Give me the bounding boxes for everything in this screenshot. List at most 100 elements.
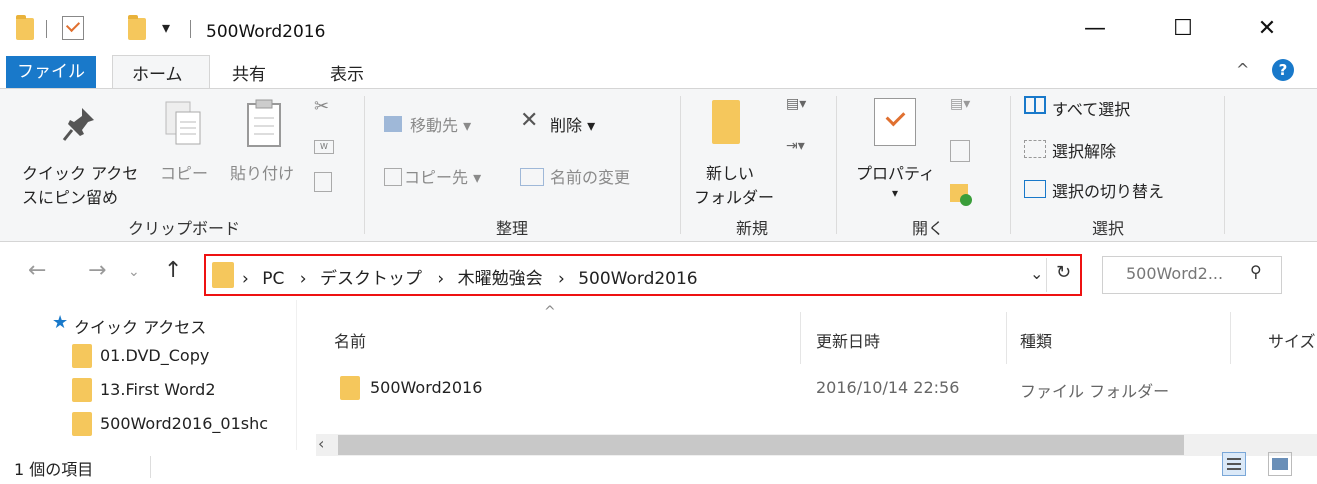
folder-icon xyxy=(72,344,92,368)
group-divider xyxy=(1224,96,1225,234)
folder-icon xyxy=(72,378,92,402)
help-icon[interactable]: ? xyxy=(1272,59,1294,81)
rename-icon xyxy=(520,168,544,186)
properties-dropdown-icon[interactable]: ▾ xyxy=(892,186,898,200)
history-icon[interactable] xyxy=(950,184,972,206)
nav-item-dvd-copy[interactable]: 01.DVD_Copy xyxy=(100,346,209,365)
open-group-label: 開く xyxy=(912,219,945,238)
scroll-left-icon[interactable]: ‹ xyxy=(318,434,324,453)
up-button[interactable]: ↑ xyxy=(164,258,182,283)
easy-access-icon[interactable]: ⇥▾ xyxy=(786,138,805,154)
star-icon: ★ xyxy=(52,312,69,333)
column-size[interactable]: サイズ xyxy=(1268,328,1316,352)
pin-to-quick-access-label-2[interactable]: スにピン留め xyxy=(22,184,118,208)
copy-to-button[interactable]: コピー先 ▾ xyxy=(404,164,481,188)
nav-item-first-word2[interactable]: 13.First Word2 xyxy=(100,380,216,399)
delete-button[interactable]: 削除 ▾ xyxy=(550,112,595,136)
column-date[interactable]: 更新日時 xyxy=(816,328,880,352)
file-date: 2016/10/14 22:56 xyxy=(816,378,960,397)
delete-x-icon: ✕ xyxy=(520,108,539,133)
copy-to-label: コピー先 xyxy=(404,168,469,187)
file-type: ファイル フォルダー xyxy=(1020,382,1170,401)
breadcrumb-500word2016[interactable]: 500Word2016 xyxy=(578,269,697,289)
tab-file[interactable]: ファイル xyxy=(6,56,96,88)
search-icon[interactable]: ⚲ xyxy=(1250,262,1262,281)
large-icons-view-icon[interactable] xyxy=(1268,452,1292,476)
pin-to-quick-access-label-1[interactable]: クイック アクセ xyxy=(22,160,138,184)
maximize-button[interactable]: ☐ xyxy=(1160,12,1206,46)
column-divider[interactable] xyxy=(1006,312,1007,364)
select-none-button[interactable]: 選択解除 xyxy=(1052,138,1116,162)
properties-icon xyxy=(874,98,916,146)
details-view-icon[interactable] xyxy=(1222,452,1246,476)
search-placeholder: 500Word2... xyxy=(1126,264,1224,283)
refresh-icon[interactable]: ↻ xyxy=(1056,262,1071,283)
move-to-button[interactable]: 移動先 ▾ xyxy=(410,112,471,136)
column-divider[interactable] xyxy=(1230,312,1231,364)
properties-button[interactable]: プロパティ xyxy=(856,160,935,184)
folder-icon xyxy=(72,412,92,436)
pin-icon xyxy=(60,104,100,144)
tab-view[interactable]: 表示 xyxy=(330,60,364,85)
copy-path-icon[interactable]: W xyxy=(314,140,334,154)
organize-group-label: 整理 xyxy=(496,219,529,238)
collapse-ribbon-icon[interactable]: ^ xyxy=(1236,60,1249,79)
breadcrumb-sep: › xyxy=(558,269,565,289)
cut-icon[interactable]: ✂ xyxy=(314,96,329,117)
nav-item-500word2016-01[interactable]: 500Word2016_01shc xyxy=(100,414,280,433)
copy-to-icon xyxy=(384,168,402,186)
move-to-icon xyxy=(384,116,402,132)
paste-button[interactable]: 貼り付け xyxy=(230,160,294,184)
breadcrumb-thursday-study[interactable]: 木曜勉強会 xyxy=(458,269,543,289)
column-name[interactable]: 名前 xyxy=(334,328,366,352)
forward-button[interactable]: → xyxy=(88,258,106,283)
folder-icon xyxy=(16,15,34,40)
new-folder-label-1[interactable]: 新しい xyxy=(706,160,754,184)
window-title: 500Word2016 xyxy=(206,22,326,42)
invert-selection-button[interactable]: 選択の切り替え xyxy=(1052,178,1164,202)
column-divider[interactable] xyxy=(800,312,801,364)
recent-locations-icon[interactable]: ⌄ xyxy=(128,264,140,280)
group-divider xyxy=(364,96,365,234)
breadcrumb-pc[interactable]: PC xyxy=(262,269,284,289)
tab-home-label: ホーム xyxy=(132,65,183,85)
select-group-label: 選択 xyxy=(1092,219,1125,238)
folder-icon xyxy=(212,262,234,288)
paste-icon xyxy=(244,98,284,150)
qat-dropdown-icon[interactable]: ▾ xyxy=(162,18,170,37)
back-button[interactable]: ← xyxy=(28,258,46,283)
file-name[interactable]: 500Word2016 xyxy=(370,378,482,397)
group-divider xyxy=(680,96,681,234)
minimize-button[interactable]: — xyxy=(1072,12,1118,46)
clipboard-group-label: クリップボード xyxy=(128,219,241,238)
tab-share[interactable]: 共有 xyxy=(232,60,266,85)
new-folder-label-2[interactable]: フォルダー xyxy=(694,184,774,208)
invert-selection-icon xyxy=(1024,180,1046,198)
sort-ascending-icon: ^ xyxy=(544,304,556,320)
paste-shortcut-icon[interactable] xyxy=(314,172,332,192)
divider xyxy=(46,20,47,38)
scrollbar-thumb[interactable] xyxy=(338,435,1184,455)
open-icon[interactable]: ▤▾ xyxy=(950,96,970,112)
rename-button[interactable]: 名前の変更 xyxy=(550,164,630,188)
pane-divider[interactable] xyxy=(296,300,297,450)
breadcrumb-sep: › xyxy=(299,269,307,289)
copy-icon xyxy=(164,100,204,148)
edit-icon[interactable] xyxy=(950,140,970,162)
breadcrumb: › PC › デスクトップ › 木曜勉強会 › 500Word2016 xyxy=(242,264,698,289)
address-dropdown-icon[interactable]: ⌄ xyxy=(1030,264,1043,283)
copy-button[interactable]: コピー xyxy=(160,160,208,184)
breadcrumb-sep: › xyxy=(437,269,445,289)
breadcrumb-desktop[interactable]: デスクトップ xyxy=(320,269,422,289)
divider xyxy=(1046,258,1047,292)
select-all-button[interactable]: すべて選択 xyxy=(1052,96,1130,120)
divider xyxy=(190,20,191,38)
group-divider xyxy=(1010,96,1011,234)
close-button[interactable]: ✕ xyxy=(1244,12,1290,46)
new-item-icon[interactable]: ▤▾ xyxy=(786,96,806,112)
delete-label: 削除 xyxy=(550,116,583,135)
column-type[interactable]: 種類 xyxy=(1020,328,1052,352)
properties-check-icon[interactable] xyxy=(62,16,84,40)
new-folder-qat-icon[interactable] xyxy=(128,15,146,40)
nav-quick-access[interactable]: クイック アクセス xyxy=(74,314,206,338)
